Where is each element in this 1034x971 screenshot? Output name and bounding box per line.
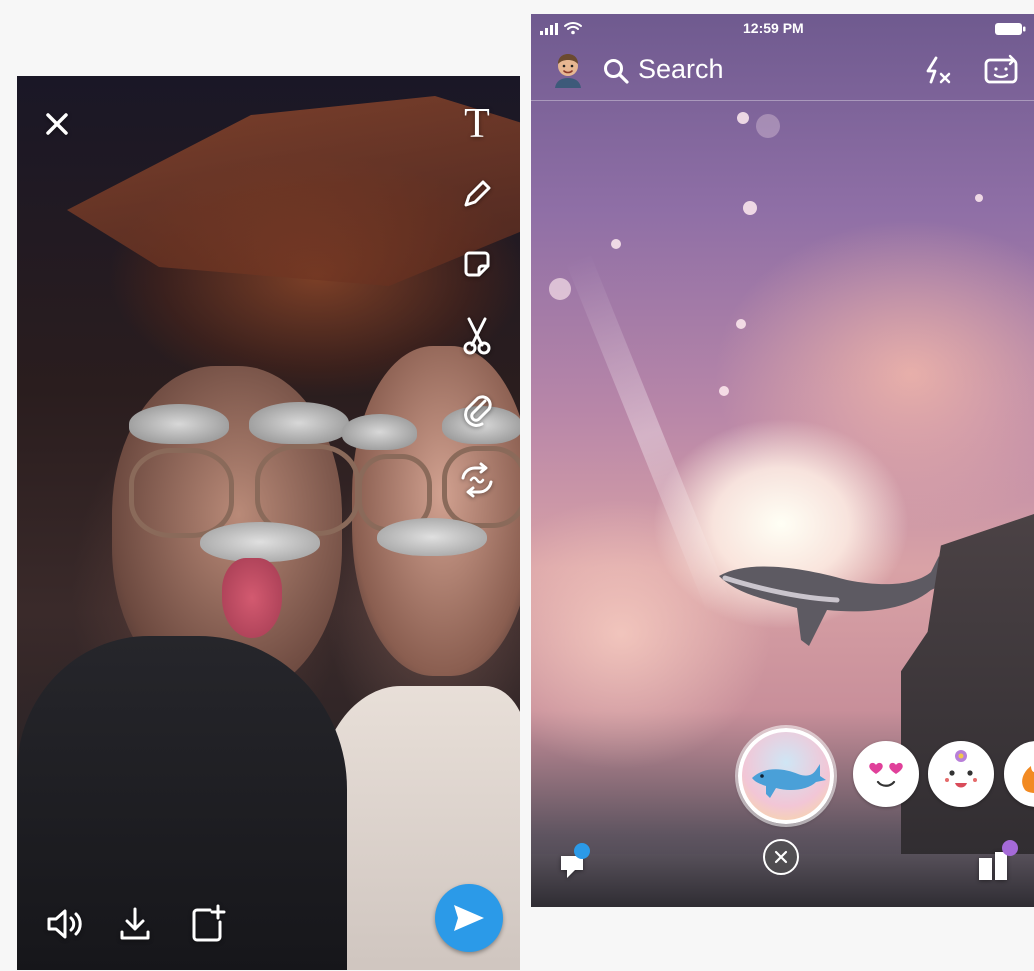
text-tool-label: T [464, 101, 490, 147]
status-time: 12:59 PM [743, 20, 804, 36]
discover-notification-dot [1002, 840, 1018, 856]
status-bar: 12:59 PM [531, 14, 1034, 44]
pencil-icon[interactable] [457, 174, 497, 214]
eyebrow-filter [342, 414, 417, 450]
glasses-filter [129, 448, 234, 538]
avatar[interactable] [551, 50, 585, 88]
download-icon[interactable] [115, 904, 155, 944]
wifi-icon [563, 20, 583, 36]
mustache-filter [200, 522, 320, 562]
sticker-icon[interactable] [457, 244, 497, 284]
lens-whale[interactable] [738, 728, 834, 824]
paperclip-icon[interactable] [457, 386, 497, 430]
tongue [222, 558, 282, 638]
umbrella-shape [67, 96, 520, 286]
search-label[interactable]: Search [638, 54, 724, 85]
eyebrow-filter [129, 404, 229, 444]
text-tool-button[interactable]: T [455, 102, 499, 146]
signal-icon [539, 22, 561, 36]
close-icon[interactable] [41, 108, 73, 140]
light-ray [565, 252, 733, 616]
bokeh-light [611, 239, 621, 249]
bokeh-light [736, 319, 746, 329]
chat-notification-dot [574, 843, 590, 859]
mustache-filter [377, 518, 487, 556]
heart-eyes-icon [858, 746, 914, 802]
battery-icon [993, 22, 1027, 36]
lens-heart-eyes[interactable] [853, 741, 919, 807]
loop-icon[interactable] [453, 456, 501, 504]
bokeh-light [549, 278, 571, 300]
snap-editor-screen: T [17, 76, 520, 970]
lens-flower-face[interactable] [928, 741, 994, 807]
camera-lens-screen: 12:59 PM Search [531, 14, 1034, 907]
fire-icon [1009, 746, 1034, 802]
search-icon[interactable] [601, 54, 631, 88]
bokeh-light [743, 201, 757, 215]
flip-camera-icon[interactable] [981, 52, 1021, 90]
add-to-story-icon[interactable] [187, 902, 229, 944]
whale-lens-icon [752, 764, 826, 798]
bokeh-light [719, 386, 729, 396]
volume-icon[interactable] [43, 904, 87, 944]
close-lens-button[interactable] [763, 839, 799, 875]
bokeh-light [756, 114, 780, 138]
camera-header: Search [531, 46, 1034, 101]
scissors-icon[interactable] [457, 314, 497, 358]
close-icon [774, 850, 788, 864]
eyebrow-filter [249, 402, 349, 444]
bokeh-light [737, 112, 749, 124]
flower-face-icon [933, 746, 989, 802]
bokeh-light [975, 194, 983, 202]
flash-off-icon[interactable] [923, 54, 953, 88]
send-button[interactable] [435, 884, 503, 952]
send-arrow-icon [454, 905, 484, 931]
